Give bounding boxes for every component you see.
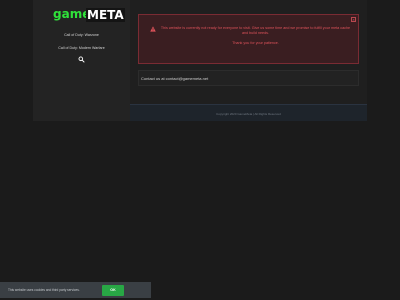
warning-triangle-icon	[150, 26, 156, 32]
search-icon[interactable]	[78, 56, 85, 63]
alert-message-text: This website is currently not ready for …	[160, 26, 351, 36]
cookie-ok-button[interactable]: OK	[102, 285, 124, 296]
alert-message: This website is currently not ready for …	[158, 26, 353, 47]
cookie-banner: This website uses cookies and third part…	[0, 282, 151, 298]
sidebar: game META Call of Duty: Warzone Call of …	[33, 0, 130, 121]
cookie-text: This website uses cookies and third part…	[8, 288, 80, 292]
footer: Copyright 2020 GameMeta | All Rights Res…	[130, 104, 367, 121]
logo-meta-text: META	[86, 8, 125, 22]
alert-thanks-text: Thank you for your patience.	[232, 41, 279, 46]
main-content: × This website is currently not ready fo…	[130, 0, 367, 121]
sidebar-item-modern-warfare[interactable]: Call of Duty: Modern Warfare	[33, 46, 130, 51]
copyright-text: Copyright 2020 GameMeta | All Rights Res…	[216, 112, 281, 116]
logo-game-text: game	[53, 7, 91, 21]
alert-box: × This website is currently not ready fo…	[138, 14, 359, 64]
close-icon[interactable]: ×	[351, 17, 356, 22]
contact-text: Contact us at contact@gamemeta.net	[141, 76, 209, 81]
sidebar-item-warzone[interactable]: Call of Duty: Warzone	[33, 33, 130, 38]
contact-box: Contact us at contact@gamemeta.net	[138, 70, 359, 86]
